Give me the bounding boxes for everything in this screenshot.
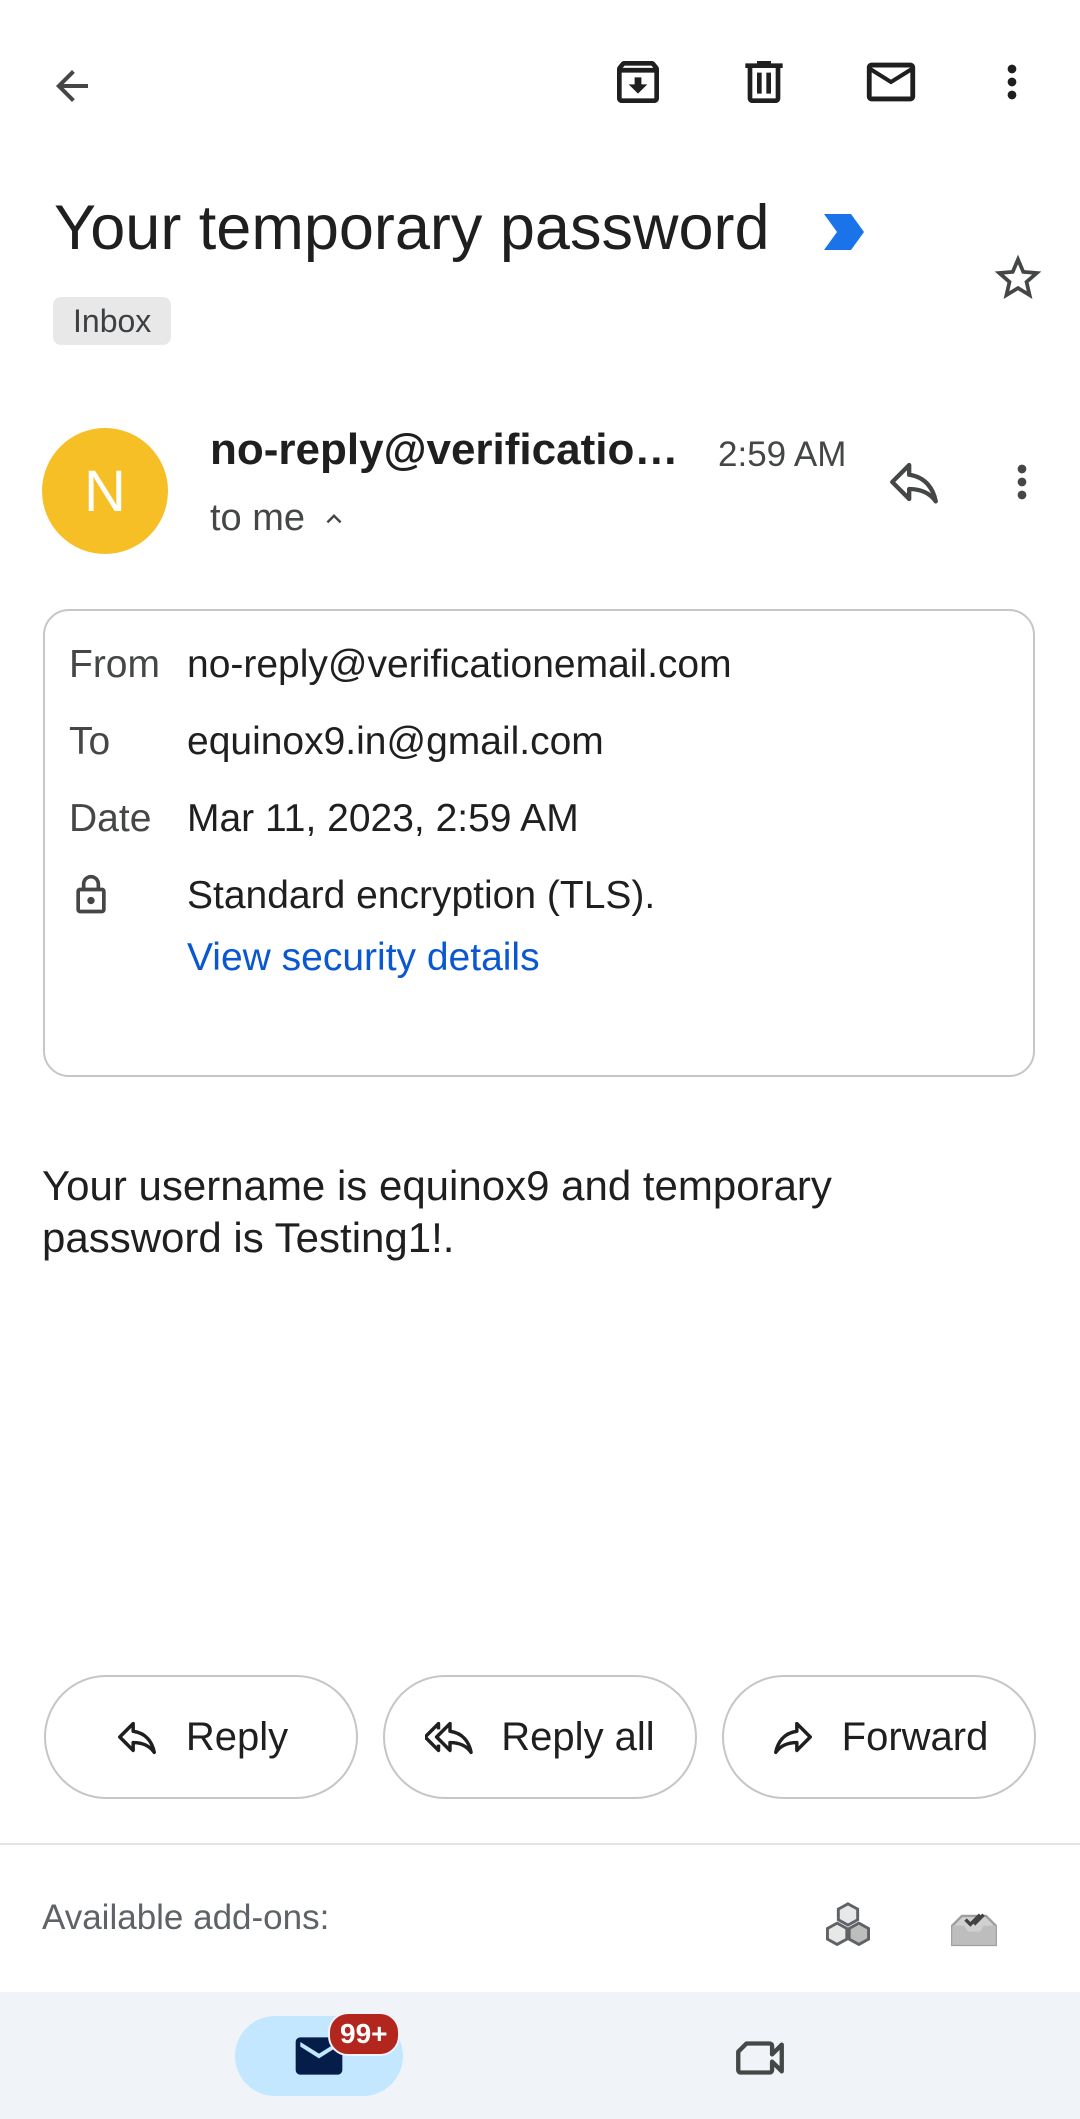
recipient-summary-text: to me <box>210 497 306 539</box>
divider <box>0 1843 1080 1845</box>
chevron-up-icon <box>326 513 342 523</box>
more-vert-icon[interactable] <box>970 40 1054 124</box>
recipient-summary-toggle[interactable]: to me <box>210 497 349 540</box>
email-body-line-2: password is Testing1!. <box>42 1214 455 1261</box>
email-body-line-1: Your username is equinox9 and temporary <box>42 1162 832 1209</box>
archive-icon[interactable] <box>596 40 680 124</box>
forward-button-label: Forward <box>841 1714 989 1759</box>
reply-button-icon <box>117 1721 156 1755</box>
message-details-panel: From no-reply@verificationemail.com To e… <box>43 609 1035 1077</box>
date-value: Mar 11, 2023, 2:59 AM <box>187 797 579 840</box>
star-icon[interactable] <box>976 236 1060 320</box>
to-value: equinox9.in@gmail.com <box>187 720 604 763</box>
mail-unread-badge: 99+ <box>328 2012 400 2056</box>
video-camera-icon <box>736 2041 784 2075</box>
top-toolbar <box>0 0 1080 170</box>
delete-icon[interactable] <box>722 40 806 124</box>
addon-cubes-icon[interactable] <box>812 1892 884 1964</box>
email-body: Your username is equinox9 and temporary … <box>42 1160 1002 1264</box>
from-value: no-reply@verificationemail.com <box>187 643 732 686</box>
reply-icon[interactable] <box>872 440 956 524</box>
to-label: To <box>69 720 111 763</box>
reply-all-button-label: Reply all <box>501 1714 655 1759</box>
email-subject: Your temporary password <box>54 193 770 263</box>
lock-icon <box>69 873 113 917</box>
forward-button-icon <box>773 1721 812 1755</box>
addons-label: Available add-ons: <box>42 1898 330 1937</box>
from-label: From <box>69 643 160 686</box>
back-icon[interactable] <box>30 44 114 128</box>
label-chip-inbox[interactable]: Inbox <box>53 297 172 345</box>
reply-button-label: Reply <box>185 1714 289 1759</box>
sender-avatar[interactable]: N <box>42 428 168 554</box>
forward-button[interactable]: Forward <box>722 1675 1036 1799</box>
view-security-details-link[interactable]: View security details <box>187 936 540 980</box>
mail-icon[interactable] <box>849 40 933 124</box>
reply-all-button-icon <box>425 1721 474 1755</box>
encryption-text: Standard encryption (TLS). <box>187 874 656 917</box>
date-label: Date <box>69 797 152 840</box>
sender-name[interactable]: no-reply@verificatio… <box>210 425 678 475</box>
message-more-icon[interactable] <box>980 440 1064 524</box>
email-time: 2:59 AM <box>718 435 847 474</box>
reply-button[interactable]: Reply <box>44 1675 358 1799</box>
bottom-navigation <box>0 1992 1080 2119</box>
bottom-nav-meet[interactable] <box>720 2018 800 2098</box>
importance-marker-icon[interactable] <box>820 212 868 252</box>
reply-all-button[interactable]: Reply all <box>383 1675 697 1799</box>
addon-tray-icon[interactable] <box>938 1892 1010 1964</box>
